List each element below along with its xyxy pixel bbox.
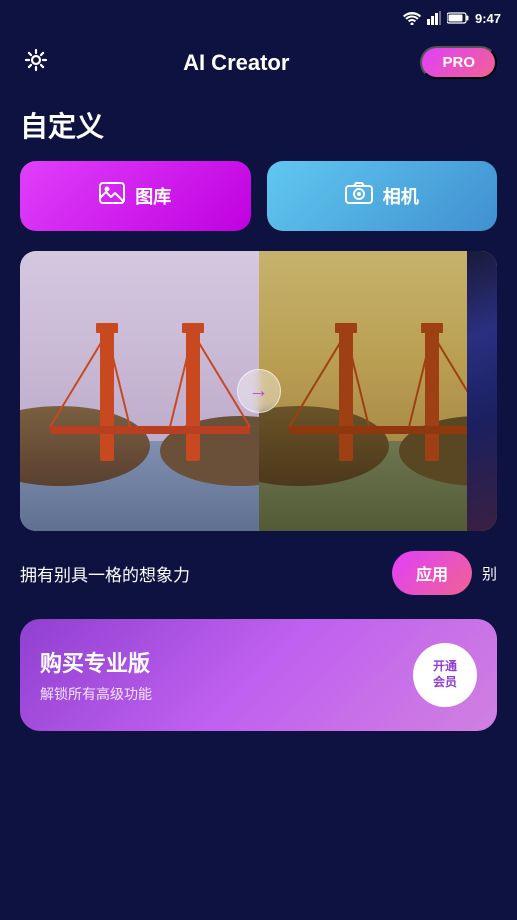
- settings-button[interactable]: [20, 44, 52, 81]
- compare-arrow[interactable]: →: [237, 369, 281, 413]
- activate-label: 开通 会员: [433, 659, 457, 690]
- wifi-icon: [403, 11, 421, 25]
- section-title: 自定义: [0, 97, 517, 161]
- apply-button[interactable]: 应用: [392, 551, 472, 595]
- pro-purchase-card: 购买专业版 解锁所有高级功能 开通 会员: [20, 619, 497, 731]
- pro-card-subtitle: 解锁所有高级功能: [40, 684, 152, 704]
- preview-description: 拥有别具一格的想象力: [20, 561, 392, 586]
- action-buttons: 图库 相机: [0, 161, 517, 251]
- image-preview: →: [20, 251, 497, 531]
- header: AI Creator PRO: [0, 36, 517, 97]
- camera-label: 相机: [383, 183, 419, 209]
- signal-icon: [427, 11, 441, 25]
- gallery-icon: [99, 182, 125, 204]
- camera-button[interactable]: 相机: [267, 161, 498, 231]
- bottom-row: 拥有别具一格的想象力 应用 别: [0, 531, 517, 595]
- gallery-label: 图库: [135, 183, 171, 209]
- status-bar: 9:47: [0, 0, 517, 36]
- side-peek: [467, 251, 497, 531]
- image-icon: [99, 182, 125, 210]
- pro-card-title: 购买专业版: [40, 646, 152, 678]
- gallery-button[interactable]: 图库: [20, 161, 251, 231]
- preview-original: [20, 251, 259, 531]
- arrow-right-icon: →: [249, 380, 269, 403]
- header-title: AI Creator: [183, 50, 289, 76]
- time-display: 9:47: [475, 11, 501, 26]
- activate-membership-button[interactable]: 开通 会员: [413, 643, 477, 707]
- more-text: 别: [482, 563, 497, 584]
- camera-icon: [345, 182, 373, 210]
- status-icons: 9:47: [403, 11, 501, 26]
- pro-button[interactable]: PRO: [420, 46, 497, 79]
- battery-icon: [447, 12, 469, 24]
- preview-filtered: [259, 251, 498, 531]
- pro-card-text: 购买专业版 解锁所有高级功能: [40, 646, 152, 704]
- gear-icon: [20, 44, 52, 76]
- camera-svg-icon: [345, 182, 373, 204]
